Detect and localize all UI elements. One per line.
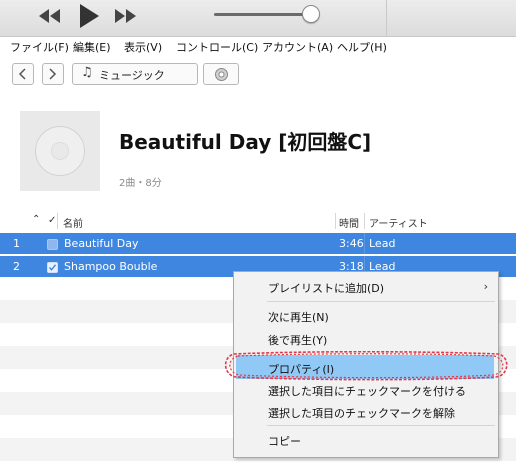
- rewind-icon: [39, 9, 60, 23]
- volume-knob[interactable]: [302, 5, 320, 23]
- menu-separator: [267, 301, 495, 302]
- menu-item-uncheck-selected[interactable]: 選択した項目のチェックマークを解除: [268, 405, 455, 421]
- checkmark-icon: [48, 264, 57, 271]
- play-icon: [80, 4, 99, 28]
- track-name: Beautiful Day: [64, 237, 139, 250]
- track-artist: Lead: [369, 237, 396, 250]
- navigation-bar: ♫ ミュージック: [0, 57, 516, 89]
- fast-forward-icon: [115, 9, 136, 23]
- library-label: ミュージック: [99, 69, 165, 82]
- player-toolbar: [0, 0, 516, 37]
- album-placeholder-icon: [35, 126, 85, 176]
- track-number: 1: [13, 237, 20, 250]
- music-note-icon: ♫: [81, 65, 93, 80]
- header-divider: [57, 213, 58, 229]
- play-button[interactable]: [78, 3, 100, 29]
- back-button[interactable]: [12, 63, 34, 85]
- album-artwork: [20, 111, 100, 191]
- menu-help[interactable]: ヘルプ(H): [337, 39, 387, 55]
- album-title: Beautiful Day [初回盤C]: [119, 130, 372, 154]
- header-divider: [335, 213, 336, 229]
- menu-account[interactable]: アカウント(A): [262, 39, 333, 55]
- column-divider: [364, 233, 365, 254]
- album-meta: 2曲・8分: [119, 178, 162, 189]
- track-number: 2: [13, 260, 20, 273]
- track-table-header: ⌃ ✓ 名前 時間 アーティスト: [0, 211, 516, 231]
- submenu-arrow-icon: ›: [483, 280, 488, 293]
- volume-slider[interactable]: [214, 13, 310, 16]
- forward-button[interactable]: [42, 63, 64, 85]
- menu-item-properties[interactable]: プロパティ(I): [268, 361, 334, 377]
- sort-chevron-icon[interactable]: ⌃: [32, 214, 40, 225]
- menu-item-check-selected[interactable]: 選択した項目にチェックマークを付ける: [268, 383, 466, 399]
- cd-button[interactable]: [203, 63, 239, 85]
- rewind-button[interactable]: [38, 8, 62, 24]
- menu-edit[interactable]: 編集(E): [73, 39, 111, 55]
- track-checkbox[interactable]: [47, 262, 58, 273]
- header-time[interactable]: 時間: [339, 215, 359, 230]
- track-name: Shampoo Bouble: [64, 260, 158, 273]
- menu-controls[interactable]: コントロール(C): [176, 39, 258, 55]
- header-check[interactable]: ✓: [48, 215, 56, 226]
- track-row[interactable]: 1 Beautiful Day 3:46 Lead: [0, 233, 516, 254]
- chevron-left-icon: [18, 68, 26, 80]
- header-divider: [364, 213, 365, 229]
- toolbar-divider: [386, 0, 387, 36]
- menu-item-play-later[interactable]: 後で再生(Y): [268, 332, 327, 348]
- header-artist[interactable]: アーティスト: [369, 215, 428, 230]
- menu-item-copy[interactable]: コピー: [268, 433, 301, 449]
- menu-item-play-next[interactable]: 次に再生(N): [268, 309, 329, 325]
- context-menu: プレイリストに追加(D) › 次に再生(N) 後で再生(Y) プロパティ(I) …: [233, 271, 499, 458]
- disc-icon: [215, 68, 228, 81]
- track-time: 3:46: [339, 237, 364, 250]
- menu-separator: [267, 425, 495, 426]
- header-name[interactable]: 名前: [63, 215, 83, 230]
- track-checkbox[interactable]: [47, 239, 58, 250]
- menu-file[interactable]: ファイル(F): [10, 39, 69, 55]
- library-selector[interactable]: ♫ ミュージック: [72, 63, 198, 85]
- menu-item-add-to-playlist[interactable]: プレイリストに追加(D): [268, 280, 384, 296]
- fast-forward-button[interactable]: [114, 8, 138, 24]
- menu-bar: ファイル(F) 編集(E) 表示(V) コントロール(C) アカウント(A) ヘ…: [0, 37, 516, 57]
- chevron-right-icon: [49, 68, 57, 80]
- menu-view[interactable]: 表示(V): [124, 39, 162, 55]
